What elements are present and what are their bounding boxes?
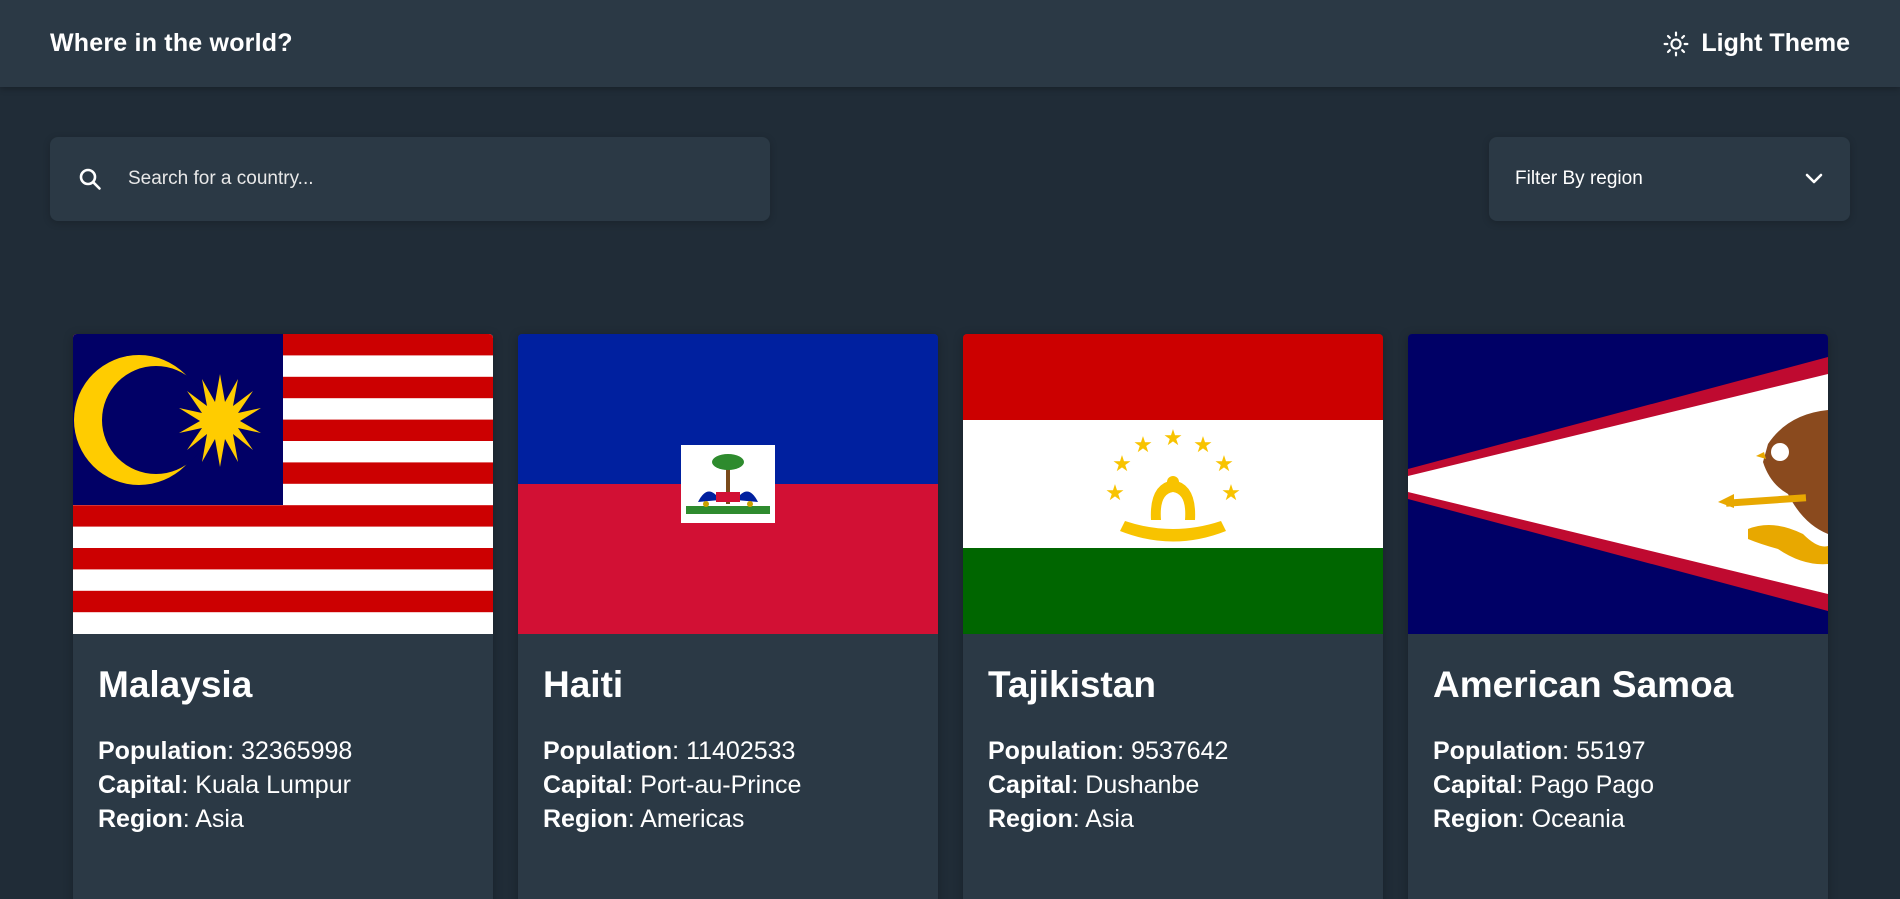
separator: : — [182, 805, 196, 833]
theme-toggle-button[interactable]: Light Theme — [1663, 29, 1850, 58]
separator: : — [1072, 805, 1086, 833]
top-bar: Where in the world? Light Theme — [0, 0, 1900, 87]
population-line: Population: 11402533 — [543, 734, 913, 768]
country-card[interactable]: American Samoa Population: 55197 Capital… — [1408, 334, 1828, 899]
haiti-flag — [518, 334, 938, 634]
separator: : — [227, 737, 242, 765]
region-filter-dropdown[interactable]: Filter By region — [1489, 137, 1850, 221]
separator: : — [627, 805, 641, 833]
population-line: Population: 32365998 — [98, 734, 468, 768]
population-line: Population: 9537642 — [988, 734, 1358, 768]
region-line: Region: Asia — [98, 802, 468, 836]
svg-text:★: ★ — [1112, 452, 1132, 477]
separator: : — [626, 771, 641, 799]
svg-text:★: ★ — [1163, 426, 1183, 451]
american-samoa-flag — [1408, 334, 1828, 634]
svg-text:★: ★ — [1193, 433, 1213, 458]
population-label: Population — [988, 737, 1118, 765]
region-value: Americas — [640, 805, 745, 833]
country-name: Tajikistan — [988, 664, 1156, 705]
separator: : — [1517, 805, 1532, 833]
population-value: 32365998 — [241, 737, 353, 765]
capital-line: Capital: Kuala Lumpur — [98, 768, 468, 802]
separator: : — [1071, 771, 1086, 799]
tajikistan-flag: ★ ★ ★ ★ ★ ★ ★ — [963, 334, 1383, 634]
search-box[interactable] — [50, 137, 770, 221]
population-value: 11402533 — [686, 737, 796, 765]
separator: : — [1516, 771, 1531, 799]
population-label: Population — [543, 737, 673, 765]
region-label: Region — [1433, 805, 1518, 833]
population-value: 9537642 — [1131, 737, 1229, 765]
malaysia-flag — [73, 334, 493, 634]
region-label: Region — [543, 805, 628, 833]
capital-label: Capital — [543, 771, 627, 799]
country-card[interactable]: ★ ★ ★ ★ ★ ★ ★ Tajikistan Population: 953… — [963, 334, 1383, 899]
country-card[interactable]: Haiti Population: 11402533 Capital: Port… — [518, 334, 938, 899]
separator: : — [1562, 737, 1577, 765]
country-name: American Samoa — [1433, 664, 1734, 705]
region-line: Region: Asia — [988, 802, 1358, 836]
region-value: Asia — [1085, 805, 1134, 833]
svg-text:★: ★ — [1133, 433, 1153, 458]
svg-text:★: ★ — [1105, 481, 1125, 506]
capital-line: Capital: Port-au-Prince — [543, 768, 913, 802]
country-grid: Malaysia Population: 32365998 Capital: K… — [73, 334, 1828, 899]
population-line: Population: 55197 — [1433, 734, 1803, 768]
country-name: Haiti — [543, 664, 624, 705]
svg-text:★: ★ — [1214, 452, 1234, 477]
capital-label: Capital — [98, 771, 182, 799]
capital-line: Capital: Dushanbe — [988, 768, 1358, 802]
population-label: Population — [1433, 737, 1563, 765]
capital-value: Port-au-Prince — [640, 771, 802, 799]
population-value: 55197 — [1576, 737, 1646, 765]
separator: : — [1117, 737, 1132, 765]
search-icon — [50, 167, 102, 191]
separator: : — [181, 771, 196, 799]
capital-line: Capital: Pago Pago — [1433, 768, 1803, 802]
sun-icon — [1663, 31, 1689, 57]
chevron-down-icon — [1804, 169, 1824, 189]
region-value: Oceania — [1531, 805, 1625, 833]
capital-label: Capital — [988, 771, 1072, 799]
region-line: Region: Oceania — [1433, 802, 1803, 836]
region-label: Region — [98, 805, 183, 833]
country-card[interactable]: Malaysia Population: 32365998 Capital: K… — [73, 334, 493, 899]
capital-value: Pago Pago — [1530, 771, 1654, 799]
svg-text:★: ★ — [1221, 481, 1241, 506]
capital-value: Kuala Lumpur — [195, 771, 351, 799]
region-label: Region — [988, 805, 1073, 833]
separator: : — [672, 737, 687, 765]
region-line: Region: Americas — [543, 802, 913, 836]
theme-toggle-label: Light Theme — [1701, 29, 1850, 57]
app-title: Where in the world? — [50, 29, 293, 57]
population-label: Population — [98, 737, 228, 765]
capital-label: Capital — [1433, 771, 1517, 799]
search-input[interactable] — [128, 137, 770, 221]
region-value: Asia — [195, 805, 244, 833]
region-filter-label: Filter By region — [1515, 168, 1643, 189]
capital-value: Dushanbe — [1085, 771, 1200, 799]
country-name: Malaysia — [98, 664, 253, 705]
